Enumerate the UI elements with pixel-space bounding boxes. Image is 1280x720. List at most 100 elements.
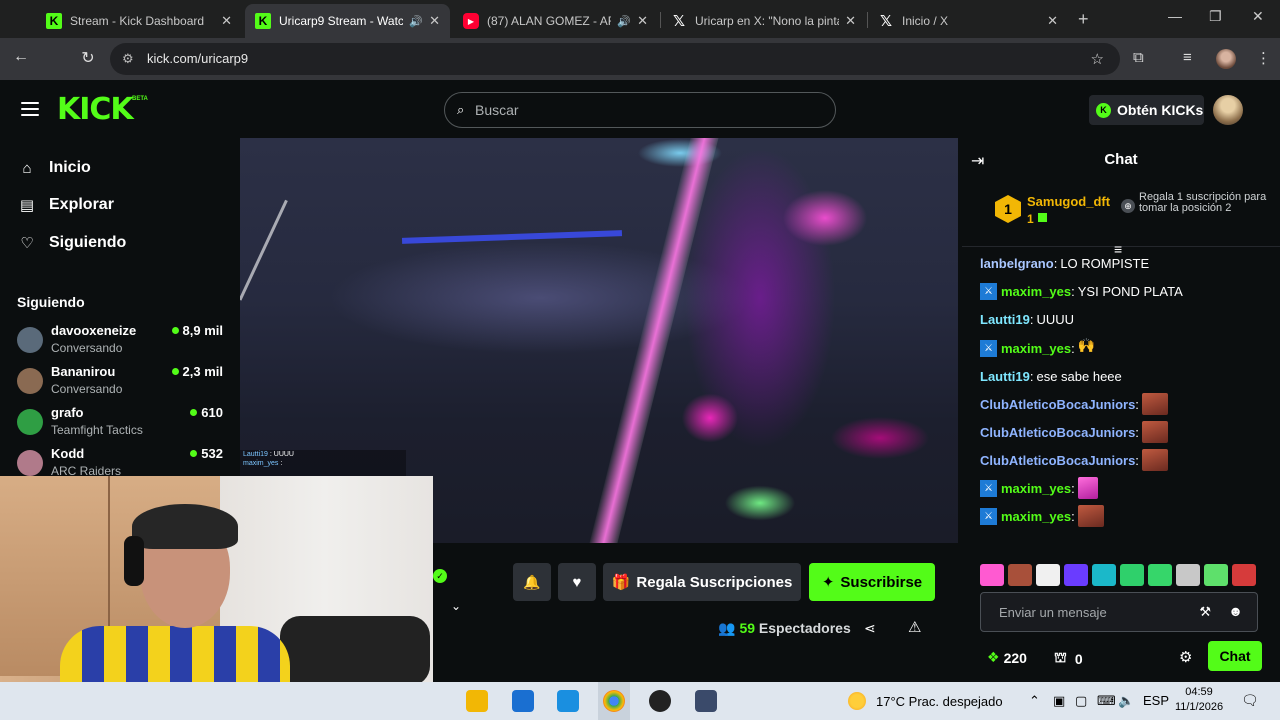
channel-category: Teamfight Tactics bbox=[51, 423, 143, 437]
chat-message: ClubAtleticoBocaJuniors: bbox=[980, 449, 1168, 471]
close-tab-icon[interactable]: ✕ bbox=[845, 13, 856, 29]
speaker-icon[interactable]: 🔊 bbox=[617, 15, 631, 28]
close-tab-icon[interactable]: ✕ bbox=[221, 13, 232, 29]
webcam-person bbox=[132, 504, 238, 549]
speaker-icon[interactable]: 🔊 bbox=[409, 15, 423, 28]
chat-username[interactable]: Lautti19 bbox=[980, 369, 1030, 384]
close-tab-icon[interactable]: ✕ bbox=[637, 13, 648, 29]
followed-channel[interactable]: grafo Teamfight Tactics 610 bbox=[17, 405, 227, 443]
subscribe-button[interactable]: ✦ Suscribirse bbox=[809, 563, 935, 601]
notification-center-icon[interactable]: 🗨 bbox=[1241, 692, 1259, 709]
pinned-user[interactable]: Samugod_dft bbox=[1027, 194, 1110, 209]
sidebar-item-inicio[interactable]: ⌂ Inicio bbox=[18, 156, 90, 180]
browser-tab[interactable]: 𝕏 Uricarp en X: "Nono la pinta ✕ bbox=[661, 4, 866, 38]
get-kicks-button[interactable]: K Obtén KICKs bbox=[1089, 95, 1204, 125]
emote-icon[interactable] bbox=[1092, 564, 1116, 586]
chat-username[interactable]: lanbelgrano bbox=[980, 256, 1054, 271]
file-explorer-icon[interactable] bbox=[466, 690, 488, 712]
tray-app-icon[interactable]: ▢ bbox=[1075, 693, 1087, 709]
verified-badge-icon: ✓ bbox=[433, 569, 447, 583]
clock-date: 11/1/2026 bbox=[1174, 701, 1224, 713]
minimize-icon[interactable]: — bbox=[1168, 8, 1182, 24]
menu-icon[interactable]: ⋮ bbox=[1256, 49, 1271, 67]
close-tab-icon[interactable]: ✕ bbox=[1047, 13, 1058, 29]
emote-icon[interactable] bbox=[1232, 564, 1256, 586]
address-bar[interactable]: ⚙ kick.com/uricarp9 ☆ bbox=[110, 43, 1120, 75]
gift-counter[interactable]: ⛫ 0 bbox=[1054, 649, 1083, 668]
chat-username[interactable]: ClubAtleticoBocaJuniors bbox=[980, 425, 1135, 440]
reload-icon[interactable]: ↻ bbox=[78, 48, 98, 68]
followed-channel[interactable]: davooxeneize Conversando 8,9 mil bbox=[17, 323, 227, 361]
system-clock[interactable]: 04:59 11/1/2026 bbox=[1174, 685, 1224, 715]
chat-username[interactable]: ClubAtleticoBocaJuniors bbox=[980, 453, 1135, 468]
chat-text: UUUU bbox=[1036, 311, 1075, 327]
people-icon: 👥 bbox=[718, 620, 736, 636]
media-control-icon[interactable]: ≡ bbox=[1183, 49, 1192, 66]
emote-icon[interactable] bbox=[1148, 564, 1172, 586]
kick-logo[interactable]: KICK bbox=[57, 92, 134, 127]
emote-icon[interactable] bbox=[1120, 564, 1144, 586]
browser-tab[interactable]: ▶ (87) ALAN GOMEZ - ARE 🔊 ✕ bbox=[453, 4, 658, 38]
sidebar-item-explorar[interactable]: ▤ Explorar bbox=[18, 193, 114, 217]
chat-username[interactable]: ClubAtleticoBocaJuniors bbox=[980, 397, 1135, 412]
followed-channel[interactable]: Bananirou Conversando 2,3 mil bbox=[17, 364, 227, 402]
language-indicator[interactable]: ESP bbox=[1143, 693, 1169, 708]
chat-username[interactable]: maxim_yes bbox=[1001, 341, 1071, 356]
commands-icon[interactable]: ⚒ bbox=[1199, 604, 1211, 620]
heart-icon: ♥ bbox=[572, 573, 582, 591]
chat-username[interactable]: maxim_yes bbox=[1001, 481, 1071, 496]
emote-icon[interactable] bbox=[1008, 564, 1032, 586]
chat-username[interactable]: Lautti19 bbox=[980, 312, 1030, 327]
volume-icon[interactable]: 🔈 bbox=[1118, 693, 1134, 709]
chrome-icon[interactable] bbox=[603, 690, 625, 712]
browser-tab[interactable]: K Stream - Kick Dashboard ✕ bbox=[36, 4, 242, 38]
moderator-badge-icon: ⚔ bbox=[980, 282, 997, 300]
share-icon[interactable]: ⋖ bbox=[864, 620, 876, 637]
restore-icon[interactable]: ❐ bbox=[1209, 8, 1222, 25]
emote-icon[interactable] bbox=[1204, 564, 1228, 586]
chevron-down-icon[interactable]: ⌄ bbox=[451, 599, 461, 613]
chat-username[interactable]: maxim_yes bbox=[1001, 284, 1071, 299]
gift-subs-button[interactable]: 🎁 Regala Suscripciones bbox=[603, 563, 801, 601]
chat-username[interactable]: maxim_yes bbox=[1001, 509, 1071, 524]
notifications-bell-button[interactable]: 🔔 bbox=[513, 563, 551, 601]
report-warning-icon[interactable]: ⚠ bbox=[908, 618, 921, 636]
browser-toolbar: ← ↻ ⚙ kick.com/uricarp9 ☆ ⧉ ≡ ⋮ bbox=[0, 38, 1280, 80]
outlook-icon[interactable] bbox=[557, 690, 579, 712]
chat-message-input[interactable] bbox=[999, 603, 1189, 621]
bookmark-star-icon[interactable]: ☆ bbox=[1091, 50, 1104, 68]
tray-chevron-up-icon[interactable]: ⌃ bbox=[1029, 693, 1040, 709]
search-input[interactable] bbox=[475, 99, 815, 121]
emote-icon[interactable] bbox=[1176, 564, 1200, 586]
close-window-icon[interactable]: ✕ bbox=[1252, 8, 1264, 25]
emote-icon[interactable] bbox=[1036, 564, 1060, 586]
browser-tab-active[interactable]: K Uricarp9 Stream - Watch 🔊 ✕ bbox=[245, 4, 450, 38]
network-icon[interactable]: ⌨ bbox=[1097, 693, 1116, 709]
new-tab-icon[interactable]: + bbox=[1078, 9, 1089, 30]
send-chat-button[interactable]: Chat bbox=[1208, 641, 1262, 671]
tray-app-icon[interactable]: ▣ bbox=[1053, 693, 1065, 709]
emote-icon[interactable] bbox=[1064, 564, 1088, 586]
profile-avatar[interactable] bbox=[1216, 49, 1236, 69]
extensions-icon[interactable]: ⧉ bbox=[1133, 49, 1144, 66]
site-settings-icon[interactable]: ⚙ bbox=[122, 51, 134, 67]
channel-avatar bbox=[17, 327, 43, 353]
weather-widget[interactable]: 17°C Prac. despejado bbox=[848, 692, 1003, 710]
close-tab-icon[interactable]: ✕ bbox=[429, 13, 440, 29]
user-avatar[interactable] bbox=[1213, 95, 1243, 125]
emoji-picker-icon[interactable]: ☻ bbox=[1228, 603, 1243, 619]
chat-settings-gear-icon[interactable]: ⚙ bbox=[1179, 648, 1192, 666]
channel-points[interactable]: ❖ 220 bbox=[987, 649, 1027, 666]
emote-icon[interactable] bbox=[980, 564, 1004, 586]
app-icon[interactable] bbox=[695, 690, 717, 712]
obs-icon[interactable] bbox=[649, 690, 671, 712]
follow-heart-button[interactable]: ♥ bbox=[558, 563, 596, 601]
search-icon: ⌕ bbox=[457, 102, 465, 117]
browser-tab[interactable]: 𝕏 Inicio / X ✕ bbox=[868, 4, 1068, 38]
sidebar-item-siguiendo[interactable]: ♡ Siguiendo bbox=[18, 231, 126, 255]
overlay-chat-line: maxim_yes : bbox=[243, 460, 283, 467]
back-icon[interactable]: ← bbox=[11, 48, 31, 66]
store-icon[interactable] bbox=[512, 690, 534, 712]
points-value: 220 bbox=[1003, 649, 1027, 666]
hamburger-menu-icon[interactable] bbox=[21, 102, 39, 116]
